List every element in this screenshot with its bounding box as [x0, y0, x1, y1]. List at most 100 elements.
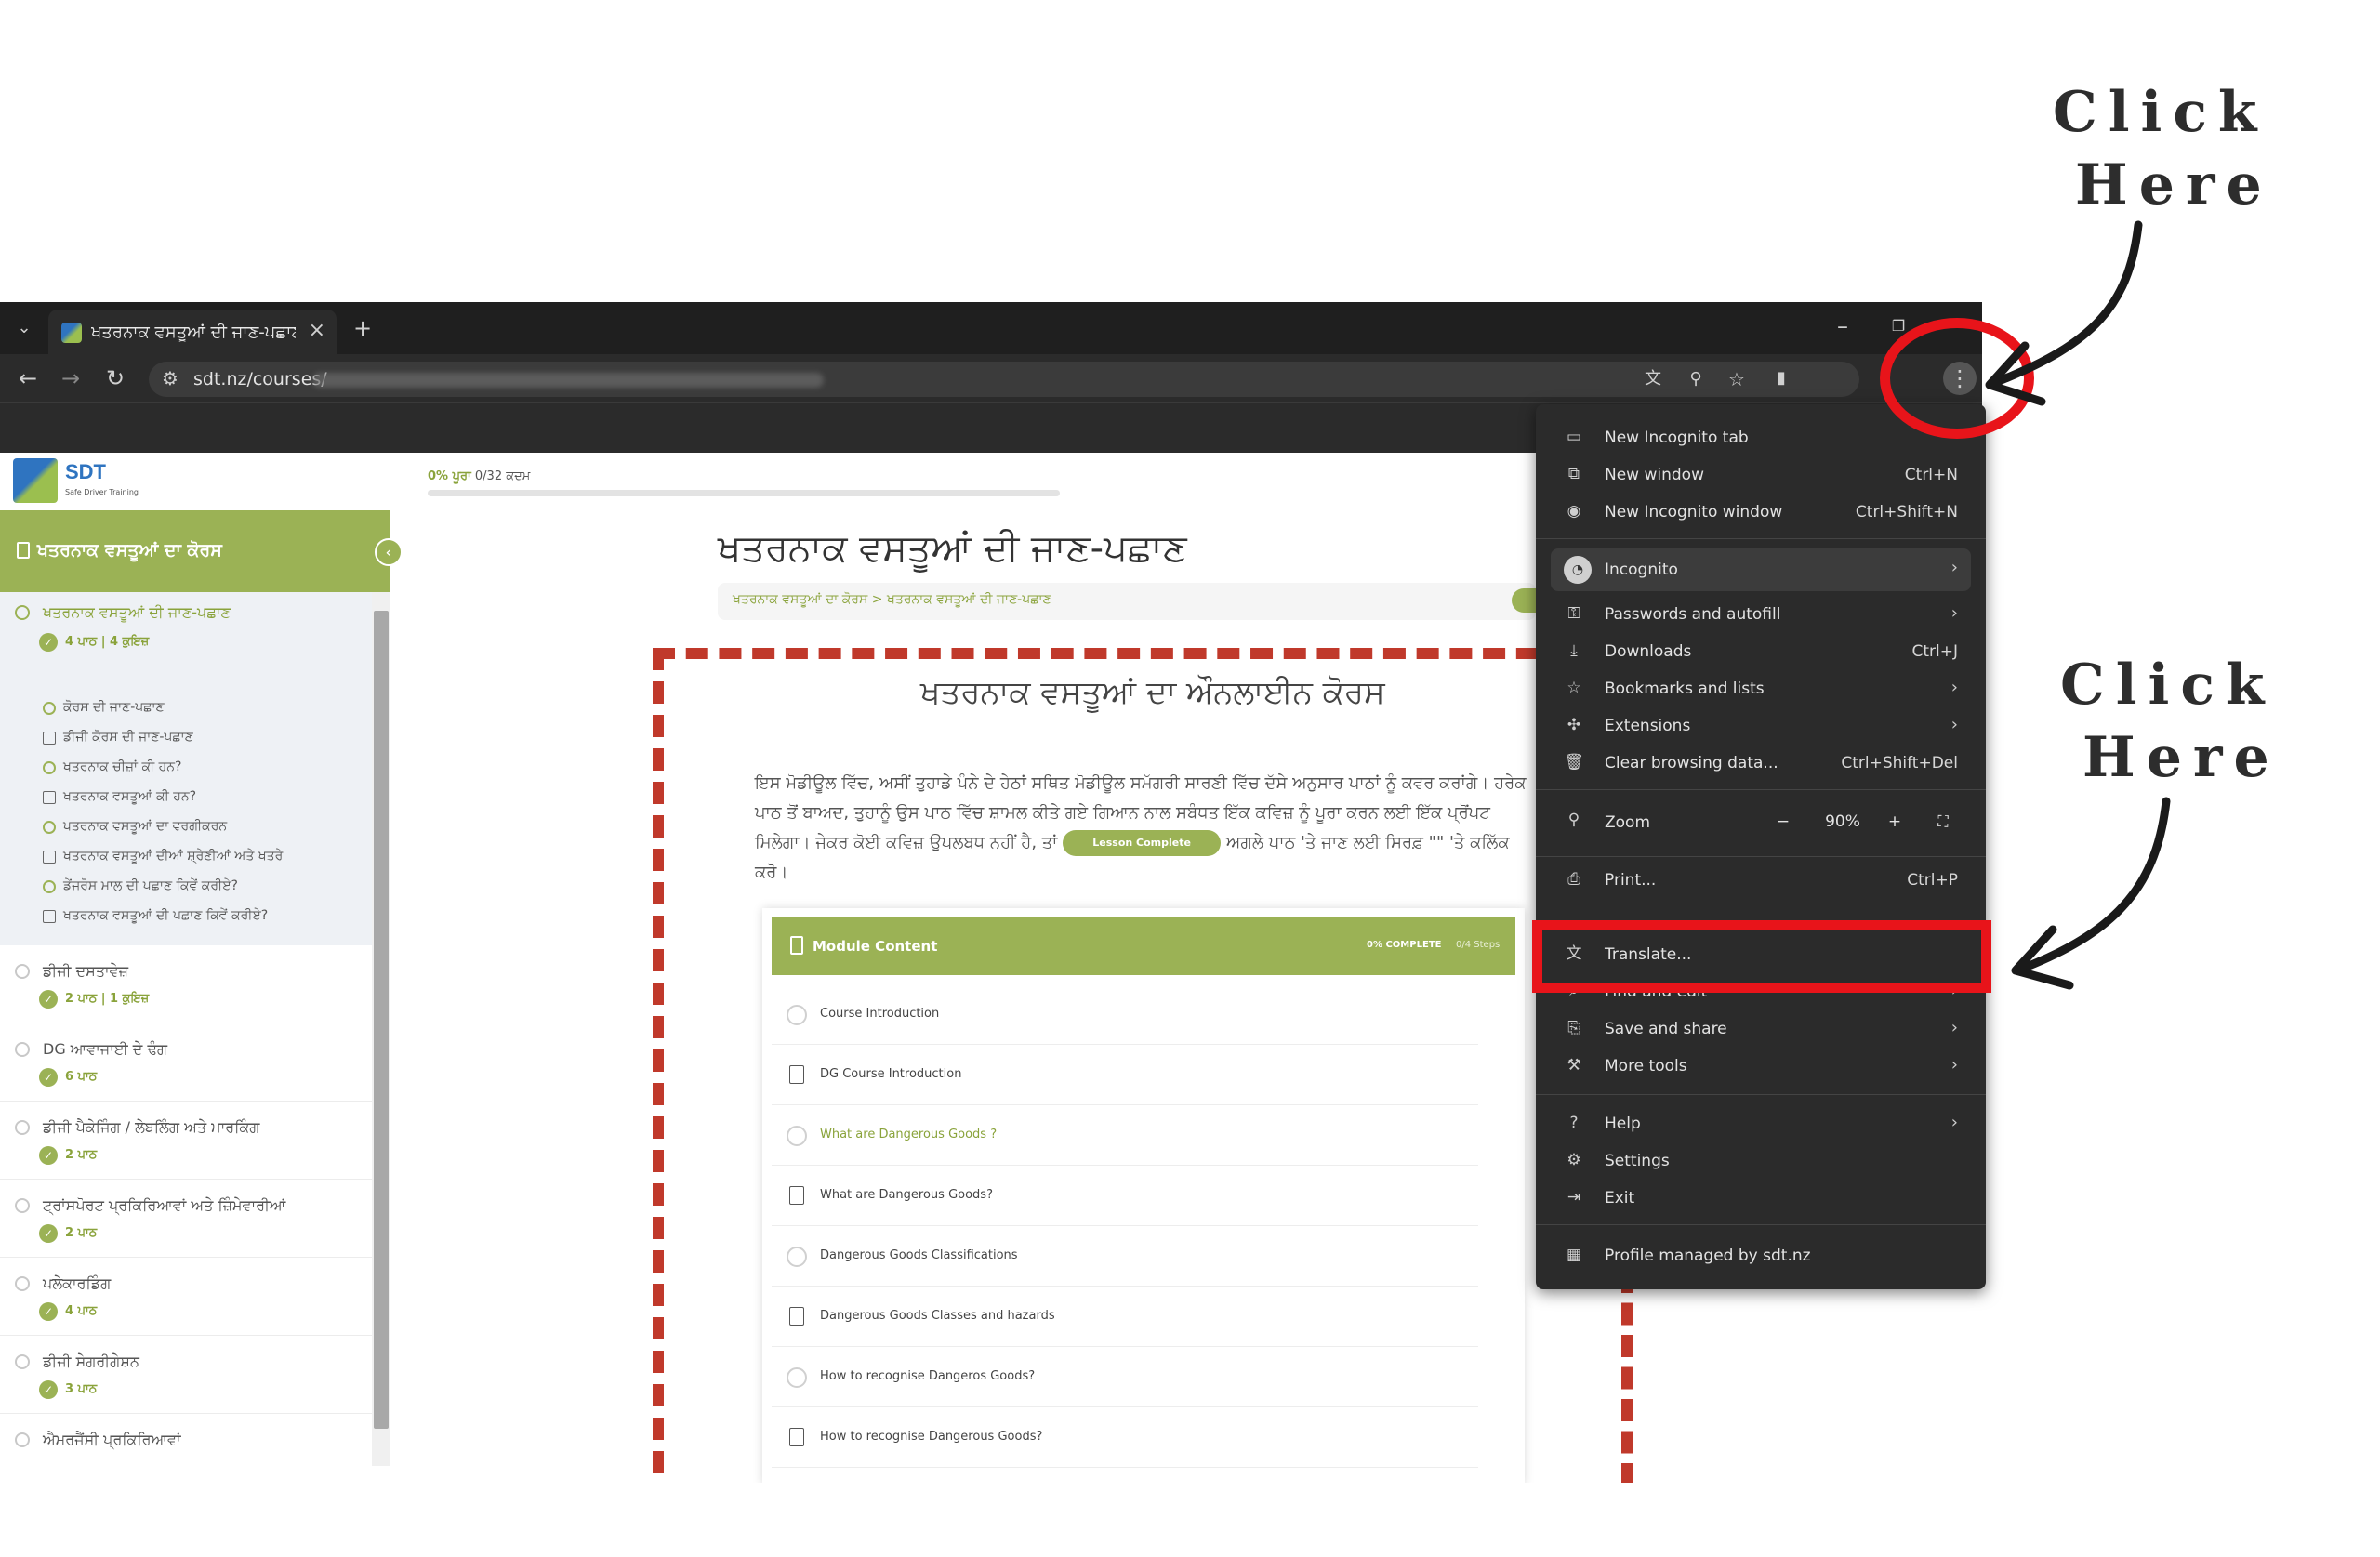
- menu-extensions[interactable]: ✣ Extensions ›: [1536, 707, 1986, 745]
- module-row[interactable]: Dangerous Goods Classes and hazards: [772, 1287, 1478, 1347]
- lesson-name: ਪਲੇਕਾਰਡਿੰਗ: [43, 1274, 112, 1292]
- sub-item[interactable]: ਖਤਰਨਾਕ ਵਸਤੂਆਂ ਦੀ ਪਛਾਣ ਕਿਵੇਂ ਕਰੀਏ?: [63, 908, 268, 923]
- lesson-item[interactable]: ਟ੍ਰਾਂਸਪੋਰਟ ਪ੍ਰਕਿਰਿਆਵਾਂ ਅਤੇ ਜ਼ਿੰਮੇਵਾਰੀਆਂ …: [0, 1180, 372, 1258]
- lesson-name: ਐਮਰਜੈਂਸੀ ਪ੍ਰਕਿਰਿਆਵਾਂ: [43, 1431, 181, 1448]
- module-row[interactable]: DG Course Introduction: [772, 1045, 1478, 1105]
- menu-profile-managed[interactable]: ▦ Profile managed by sdt.nz: [1536, 1237, 1986, 1274]
- sub-item[interactable]: ਡੀਜੀ ਕੋਰਸ ਦੀ ਜਾਣ-ਪਛਾਣ: [63, 730, 193, 745]
- back-icon[interactable]: ←: [11, 362, 45, 395]
- sub-item-doc-icon: [43, 910, 56, 923]
- menu-label: New Incognito tab: [1605, 429, 1749, 447]
- close-tab-icon[interactable]: ×: [309, 319, 325, 342]
- lesson-item[interactable]: ਡੀਜੀ ਪੈਕੇਜਿੰਗ / ਲੇਬਲਿੰਗ ਅਤੇ ਮਾਰਕਿੰਗ ✓ 2 …: [0, 1102, 372, 1180]
- document-icon: [789, 1307, 804, 1326]
- lesson-item[interactable]: DG ਆਵਾਜਾਈ ਦੇ ਢੰਗ ✓ 6 ਪਾਠ: [0, 1023, 372, 1102]
- bookmark-star-icon[interactable]: ☆: [1720, 363, 1753, 396]
- module-row-label: Dangerous Goods Classes and hazards: [820, 1309, 1055, 1323]
- lesson-check-icon: ✓: [39, 1380, 58, 1399]
- menu-save-share[interactable]: ⎘ Save and share ›: [1536, 1010, 1986, 1048]
- tab-search-icon[interactable]: ⌄: [7, 311, 41, 345]
- module-row[interactable]: How to recognise Dangeros Goods?: [772, 1347, 1478, 1407]
- tab-icon: ▭: [1566, 428, 1582, 446]
- arrow-bottom-head: [2011, 925, 2074, 990]
- sub-item-doc-icon: [43, 791, 56, 804]
- menu-shortcut: Ctrl+P: [1907, 871, 1958, 890]
- menu-label: Zoom: [1605, 813, 1651, 832]
- active-tab[interactable]: ਖਤਰਨਾਕ ਵਸਤੂਆਂ ਦੀ ਜਾਣ-ਪਛਾਣ | S ×: [48, 310, 337, 354]
- url-redacted: [312, 373, 824, 388]
- menu-more-tools[interactable]: ⚒ More tools ›: [1536, 1048, 1986, 1085]
- menu-downloads[interactable]: ⤓ Downloads Ctrl+J: [1536, 633, 1986, 670]
- chevron-right-icon: ›: [1950, 603, 1958, 623]
- incognito-icon: ◉: [1567, 502, 1581, 521]
- menu-separator: [1536, 856, 1986, 857]
- new-tab-icon[interactable]: +: [346, 311, 379, 345]
- zoom-icon[interactable]: ⚲: [1679, 363, 1712, 396]
- sub-item[interactable]: ਖਤਰਨਾਕ ਵਸਤੂਆਂ ਦਾ ਵਰਗੀਕਰਨ: [63, 819, 227, 834]
- lesson-status-icon: [15, 1354, 30, 1369]
- key-icon: ⚿: [1567, 604, 1580, 623]
- breadcrumb[interactable]: ਖਤਰਨਾਕ ਵਸਤੂਆਂ ਦਾ ਕੋਰਸ > ਖਤਰਨਾਕ ਵਸਤੂਆਂ ਦੀ…: [718, 583, 1536, 620]
- lesson-status-icon: [15, 1120, 30, 1135]
- sub-item[interactable]: ਖਤਰਨਾਕ ਵਸਤੂਆਂ ਕੀ ਹਨ?: [63, 789, 196, 804]
- module-row-label: How to recognise Dangeros Goods?: [820, 1369, 1036, 1383]
- lesson-item[interactable]: ਐਮਰਜੈਂਸੀ ਪ੍ਰਕਿਰਿਆਵਾਂ: [0, 1414, 372, 1483]
- module-row[interactable]: Course Introduction: [772, 984, 1478, 1045]
- lesson-meta: 2 ਪਾਠ | 1 ਕੁਇਜ਼: [65, 992, 150, 1006]
- new-window-icon: ⧉: [1567, 465, 1580, 483]
- sub-item[interactable]: ਕੋਰਸ ਦੀ ਜਾਣ-ਪਛਾਣ: [63, 700, 165, 715]
- menu-passwords[interactable]: ⚿ Passwords and autofill ›: [1536, 596, 1986, 633]
- chevron-right-icon: ›: [1950, 558, 1958, 577]
- site-info-icon[interactable]: ⚙: [162, 367, 178, 389]
- zoom-out-button[interactable]: −: [1766, 808, 1800, 836]
- lesson-item[interactable]: ਪਲੇਕਾਰਡਿੰਗ ✓ 4 ਪਾਠ: [0, 1258, 372, 1336]
- menu-exit[interactable]: ⇥ Exit: [1536, 1180, 1986, 1217]
- menu-print[interactable]: ⎙ Print... Ctrl+P: [1536, 862, 1986, 899]
- chevron-right-icon: ›: [1950, 678, 1958, 697]
- lesson-item[interactable]: ਡੀਜੀ ਸੇਗਰੀਗੇਸ਼ਨ ✓ 3 ਪਾਠ: [0, 1336, 372, 1414]
- menu-label: Save and share: [1605, 1020, 1727, 1038]
- address-bar[interactable]: ⚙ sdt.nz/courses/ 文 ⚲ ☆: [149, 362, 1859, 397]
- reload-icon[interactable]: ↻: [99, 362, 132, 395]
- document-icon: [789, 1065, 804, 1084]
- zoom-in-button[interactable]: +: [1878, 808, 1911, 836]
- course-header[interactable]: ਖਤਰਨਾਕ ਵਸਤੂਆਂ ਦਾ ਕੋਰਸ: [0, 510, 390, 592]
- lesson-item[interactable]: ਡੀਜੀ ਦਸਤਾਵੇਜ਼ ✓ 2 ਪਾਠ | 1 ਕੁਇਜ਼: [0, 945, 372, 1023]
- minimize-icon[interactable]: –: [1826, 310, 1859, 343]
- progress-percent: 0% ਪੂਰਾ: [428, 469, 471, 483]
- sidebar-scroll-thumb[interactable]: [374, 611, 389, 1429]
- menu-new-incognito-window[interactable]: ◉ New Incognito window Ctrl+Shift+N: [1536, 494, 1986, 531]
- forward-icon[interactable]: →: [54, 362, 87, 395]
- menu-incognito-profile[interactable]: ◔ Incognito ›: [1551, 548, 1971, 591]
- module-row[interactable]: What are Dangerous Goods ?: [772, 1105, 1478, 1166]
- status-circle-icon: [787, 1005, 807, 1025]
- module-row[interactable]: How to recognise Dangerous Goods?: [772, 1407, 1478, 1468]
- chevron-right-icon: ›: [1950, 715, 1958, 734]
- tab-title: ਖਤਰਨਾਕ ਵਸਤੂਆਂ ਦੀ ਜਾਣ-ਪਛਾਣ | S: [91, 323, 296, 342]
- menu-label: Downloads: [1605, 642, 1692, 661]
- menu-new-window[interactable]: ⧉ New window Ctrl+N: [1536, 456, 1986, 494]
- lesson-check-icon: ✓: [39, 1302, 58, 1321]
- progress-label: 0% ਪੂਰਾ 0/32 ਕਦਮ: [428, 469, 530, 483]
- lesson-item[interactable]: ਖਤਰਨਾਕ ਵਸਤੂਆਂ ਦੀ ਜਾਣ-ਪਛਾਣ ✓ 4 ਪਾਠ | 4 ਕੁ…: [0, 592, 372, 945]
- menu-settings[interactable]: ⚙ Settings: [1536, 1142, 1986, 1180]
- sub-item[interactable]: ਖਤਰਨਾਕ ਵਸਤੂਆਂ ਦੀਆਂ ਸ਼੍ਰੇਣੀਆਂ ਅਤੇ ਖਤਰੇ: [63, 849, 283, 864]
- page-title: ਖਤਰਨਾਕ ਵਸਤੂਆਂ ਦੀ ਜਾਣ-ਪਛਾਣ: [718, 527, 1187, 570]
- highlight-dashed-border-right: [1621, 1271, 1633, 1483]
- menu-shortcut: Ctrl+Shift+N: [1855, 503, 1958, 521]
- menu-shortcut: Ctrl+N: [1904, 466, 1958, 484]
- translate-page-icon[interactable]: 文: [1636, 363, 1670, 396]
- module-row[interactable]: Dangerous Goods Classifications: [772, 1226, 1478, 1287]
- side-panel-icon[interactable]: ▮: [1765, 362, 1798, 395]
- fullscreen-icon[interactable]: ⛶: [1926, 808, 1960, 836]
- sub-item[interactable]: ਖਤਰਨਾਕ ਚੀਜ਼ਾਂ ਕੀ ਹਨ?: [63, 759, 181, 774]
- module-row[interactable]: What are Dangerous Goods?: [772, 1166, 1478, 1226]
- download-icon: ⤓: [1570, 641, 1578, 660]
- lesson-name: ਟ੍ਰਾਂਸਪੋਰਟ ਪ੍ਰਕਿਰਿਆਵਾਂ ਅਤੇ ਜ਼ਿੰਮੇਵਾਰੀਆਂ: [43, 1196, 286, 1214]
- sub-item[interactable]: ਡੇਂਜਰੋਸ ਮਾਲ ਦੀ ਪਛਾਣ ਕਿਵੇਂ ਕਰੀਏ?: [63, 878, 238, 893]
- menu-help[interactable]: ? Help ›: [1536, 1105, 1986, 1142]
- lesson-complete-button[interactable]: Lesson Complete: [1063, 830, 1222, 856]
- menu-bookmarks[interactable]: ☆ Bookmarks and lists ›: [1536, 670, 1986, 707]
- menu-clear-data[interactable]: 🗑 Clear browsing data... Ctrl+Shift+Del: [1536, 745, 1986, 782]
- browser-toolbar: ← → ↻ ⚙ sdt.nz/courses/ 文 ⚲ ☆ ▮ ⋮: [0, 354, 1982, 402]
